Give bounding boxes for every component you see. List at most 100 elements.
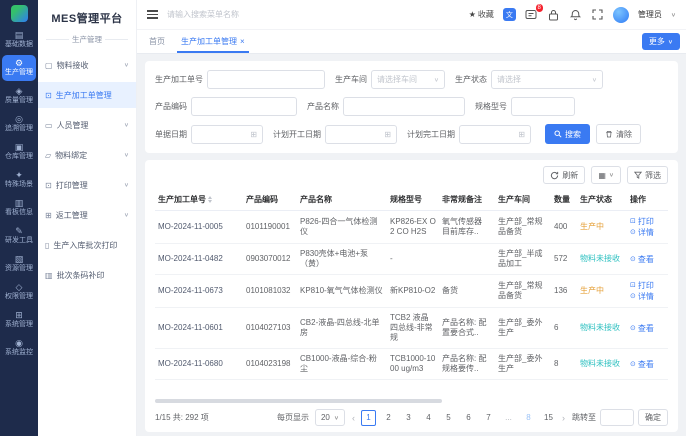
sidebar-item-work-order-mgmt[interactable]: ⊡生产加工单管理 [38,82,136,108]
detail-action-link[interactable]: ⊙查看 [630,255,654,265]
sidebar-item-print-mgmt[interactable]: ⊡打印管理∨ [38,172,136,198]
settings-icon: ⊞ [15,310,23,320]
sort-icon[interactable] [208,196,212,203]
locale-icon[interactable]: 文 [503,8,516,21]
sidebar-item-batch-barcode-print[interactable]: ▥批次条码补印 [38,262,136,288]
search-button[interactable]: 搜索 [545,124,590,144]
production-status-select[interactable]: 请选择∨ [491,70,603,89]
app-logo-icon[interactable] [11,5,28,22]
cell-workshop: 生产部_委外生产 [495,349,551,380]
sidebar-item-material-bind[interactable]: ▱物料绑定∨ [38,142,136,168]
sidebar-item-label: 打印管理 [56,181,124,190]
jump-confirm-button[interactable]: 确定 [638,409,668,426]
col-header-remark: 非常规备注 [439,189,495,211]
filter-button[interactable]: 筛选 [627,166,668,184]
page-button-7[interactable]: 7 [481,410,496,426]
detail-action-link[interactable]: ⊙详情 [630,228,654,238]
print-action-link[interactable]: ⊡打印 [630,281,654,291]
rail-item-quality[interactable]: ◈质量管理 [2,83,36,109]
rail-item-production[interactable]: ⚙生产管理 [2,55,36,81]
more-button-label: 更多 [649,36,665,47]
doc-date-datepicker[interactable]: ⊞ [191,125,263,144]
calendar-icon: ⊞ [384,130,391,139]
table-wrapper: 生产加工单号产品编码产品名称规格型号非常规备注生产车间数量生产状态操作 MO-2… [155,189,668,396]
page-button-15[interactable]: 15 [541,410,556,426]
tab-work-order[interactable]: 生产加工单管理× [181,30,245,53]
col-header-order[interactable]: 生产加工单号 [155,189,243,211]
sidebar-item-material-receive[interactable]: ▢物料接收∨ [38,52,136,78]
cell-remark [439,244,495,275]
prev-page-button[interactable]: ‹ [351,413,356,423]
sidebar-item-rework-mgmt[interactable]: ⊞返工管理∨ [38,202,136,228]
page-size-select[interactable]: 20 ∨ [315,409,345,426]
cell-product-code: 0104027103 [243,308,297,349]
col-header-workshop: 生产车间 [495,189,551,211]
sidebar-item-inbound-batch-print[interactable]: ▯生产入库批次打印 [38,232,136,258]
rail-item-monitor[interactable]: ◉系统监控 [2,335,36,361]
cell-product-name: CB1000-液晶-综合-粉尘 [297,349,387,380]
plan-start-date-datepicker[interactable]: ⊞ [325,125,397,144]
refresh-button[interactable]: 刷新 [543,166,585,184]
page-button-6[interactable]: 6 [461,410,476,426]
cell-qty: 572 [551,244,577,275]
rail-item-kanban[interactable]: ▥看板信息 [2,195,36,221]
tab-label: 首页 [149,36,165,47]
lock-icon[interactable] [547,8,560,21]
notification-bell-icon[interactable] [569,8,582,21]
col-header-label: 数量 [554,195,570,204]
col-header-qty: 数量 [551,189,577,211]
detail-icon: ⊙ [630,255,636,265]
jump-to-input[interactable] [600,409,634,426]
product-name-input[interactable] [343,97,465,116]
chevron-down-icon: ∨ [434,76,439,82]
rail-item-system[interactable]: ⊞系统管理 [2,307,36,333]
user-avatar[interactable] [613,7,629,23]
product-code-input[interactable] [191,97,297,116]
column-settings-button[interactable]: ▦ ∨ [591,166,621,184]
form-buttons: 搜索清除 [545,124,641,144]
rail-item-trace[interactable]: ◎追溯管理 [2,111,36,137]
detail-action-link[interactable]: ⊙详情 [630,292,654,302]
page-button-2[interactable]: 2 [381,410,396,426]
detail-action-link[interactable]: ⊙查看 [630,360,654,370]
next-page-button[interactable]: › [561,413,566,423]
detail-action-link[interactable]: ⊙查看 [630,324,654,334]
funnel-icon [634,171,642,179]
fullscreen-icon[interactable] [591,8,604,21]
close-tab-icon[interactable]: × [240,38,245,46]
more-button[interactable]: 更多∨ [642,33,680,50]
user-name[interactable]: 管理员 [638,9,662,20]
rail-item-special[interactable]: ✦特殊场景 [2,167,36,193]
workshop-select[interactable]: 请选择车间∨ [371,70,445,89]
rail-item-permission[interactable]: ◇权限管理 [2,279,36,305]
sidebar-item-personnel[interactable]: ▭人员管理∨ [38,112,136,138]
production-order-no-input[interactable] [207,70,325,89]
page-button-5[interactable]: 5 [441,410,456,426]
clear-button[interactable]: 清除 [596,124,641,144]
message-icon[interactable]: 8 [525,8,538,21]
rail-item-resource[interactable]: ▧资源管理 [2,251,36,277]
print-action-link[interactable]: ⊡打印 [630,217,654,227]
page-button-3[interactable]: 3 [401,410,416,426]
user-menu-chevron-down-icon[interactable]: ∨ [671,11,676,17]
menu-search-input[interactable] [167,10,287,19]
rail-item-base-data[interactable]: ▤基础数据 [2,27,36,53]
horizontal-scrollbar[interactable] [155,399,442,403]
app-root: ▤基础数据⚙生产管理◈质量管理◎追溯管理▣仓库管理✦特殊场景▥看板信息✎研发工具… [0,0,686,436]
page-button-1[interactable]: 1 [361,410,376,426]
favorite-button[interactable]: ★收藏 [469,9,494,20]
chevron-down-icon: ∨ [592,76,597,82]
cell-qty: 136 [551,275,577,308]
col-header-label: 生产加工单号 [158,195,206,204]
hamburger-menu-icon[interactable] [147,10,158,19]
rail-item-rnd-tools[interactable]: ✎研发工具 [2,223,36,249]
trash-icon [605,130,613,138]
plan-end-date-datepicker[interactable]: ⊞ [459,125,531,144]
spec-model-input[interactable] [511,97,575,116]
rail-item-warehouse[interactable]: ▣仓库管理 [2,139,36,165]
action-label: 详情 [638,292,654,302]
sidebar-item-label: 生产加工单管理 [56,91,129,100]
page-button-4[interactable]: 4 [421,410,436,426]
tab-home[interactable]: 首页 [149,30,165,53]
page-button-8[interactable]: 8 [521,410,536,426]
